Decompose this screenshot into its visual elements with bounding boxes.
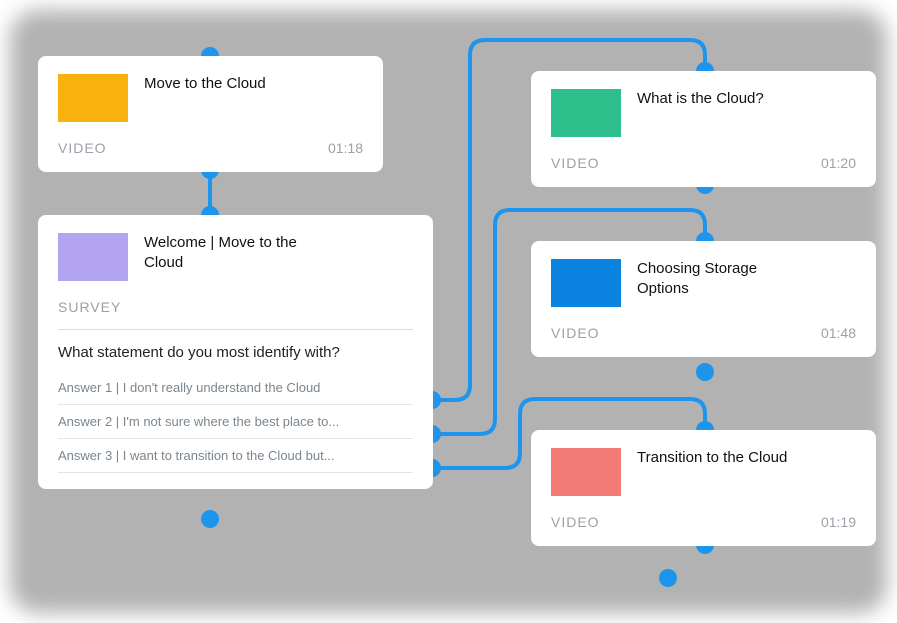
node-transition[interactable]: Transition to the Cloud VIDEO 01:19 bbox=[531, 430, 876, 546]
node-header: Transition to the Cloud bbox=[551, 448, 856, 496]
node-kind: VIDEO bbox=[551, 155, 600, 171]
thumbnail-icon bbox=[551, 448, 621, 496]
node-title: Transition to the Cloud bbox=[637, 448, 787, 468]
node-title: Move to the Cloud bbox=[144, 74, 266, 94]
survey-answer-3[interactable]: Answer 3 | I want to transition to the C… bbox=[58, 439, 413, 473]
node-meta: VIDEO 01:20 bbox=[551, 155, 856, 171]
node-header: Welcome | Move to the Cloud bbox=[58, 233, 413, 281]
node-duration: 01:19 bbox=[821, 514, 856, 530]
survey-question: What statement do you most identify with… bbox=[58, 329, 413, 361]
node-duration: 01:20 bbox=[821, 155, 856, 171]
node-storage[interactable]: Choosing Storage Options VIDEO 01:48 bbox=[531, 241, 876, 357]
node-header: What is the Cloud? bbox=[551, 89, 856, 137]
node-meta: VIDEO 01:19 bbox=[551, 514, 856, 530]
node-kind: VIDEO bbox=[58, 140, 107, 156]
node-meta: VIDEO 01:48 bbox=[551, 325, 856, 341]
node-title: Choosing Storage Options bbox=[637, 259, 797, 300]
node-title: What is the Cloud? bbox=[637, 89, 764, 109]
node-title: Welcome | Move to the Cloud bbox=[144, 233, 314, 274]
thumbnail-icon bbox=[551, 89, 621, 137]
thumbnail-icon bbox=[551, 259, 621, 307]
node-duration: 01:48 bbox=[821, 325, 856, 341]
node-welcome[interactable]: Welcome | Move to the Cloud SURVEY What … bbox=[38, 215, 433, 489]
node-kind: VIDEO bbox=[551, 325, 600, 341]
survey-answer-1[interactable]: Answer 1 | I don't really understand the… bbox=[58, 371, 413, 405]
node-header: Move to the Cloud bbox=[58, 74, 363, 122]
diagram-stage: Move to the Cloud VIDEO 01:18 Welcome | … bbox=[0, 0, 897, 623]
node-what[interactable]: What is the Cloud? VIDEO 01:20 bbox=[531, 71, 876, 187]
node-kind: SURVEY bbox=[58, 299, 121, 315]
node-move[interactable]: Move to the Cloud VIDEO 01:18 bbox=[38, 56, 383, 172]
node-meta: VIDEO 01:18 bbox=[58, 140, 363, 156]
node-kind: VIDEO bbox=[551, 514, 600, 530]
node-header: Choosing Storage Options bbox=[551, 259, 856, 307]
thumbnail-icon bbox=[58, 74, 128, 122]
node-meta: SURVEY bbox=[58, 299, 413, 315]
thumbnail-icon bbox=[58, 233, 128, 281]
node-duration: 01:18 bbox=[328, 140, 363, 156]
survey-answer-2[interactable]: Answer 2 | I'm not sure where the best p… bbox=[58, 405, 413, 439]
survey-answers: Answer 1 | I don't really understand the… bbox=[58, 371, 413, 473]
